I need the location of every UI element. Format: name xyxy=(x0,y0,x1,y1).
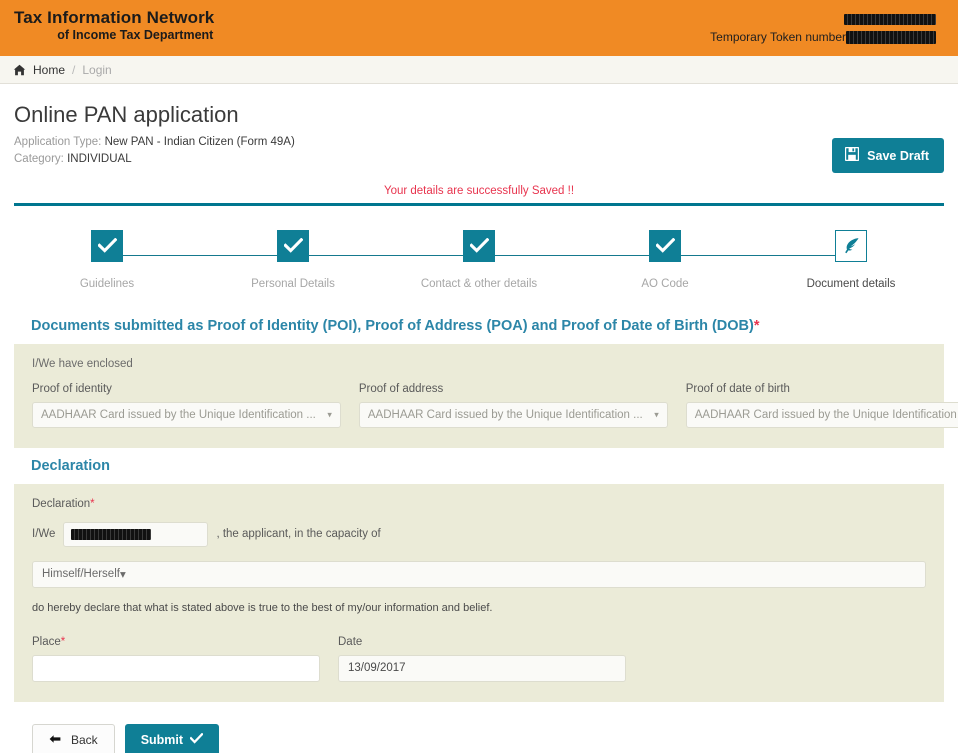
arrow-left-icon xyxy=(49,733,61,747)
declaration-section-heading: Declaration xyxy=(31,458,944,474)
application-type-row: Application Type: New PAN - Indian Citiz… xyxy=(14,134,944,151)
save-draft-label: Save Draft xyxy=(867,149,929,163)
stepper-step-document-details[interactable]: Document details xyxy=(758,230,944,290)
brand-logo: Tax Information Network of Income Tax De… xyxy=(14,8,214,42)
back-button[interactable]: Back xyxy=(32,724,115,753)
stepper-step-contact-other-details[interactable]: Contact & other details xyxy=(386,230,572,290)
redacted-block xyxy=(844,14,936,25)
category-row: Category: INDIVIDUAL xyxy=(14,151,944,168)
stepper-step-label: Contact & other details xyxy=(421,278,537,290)
place-date-row: Place* Date 13/09/2017 xyxy=(32,636,926,682)
document-field-label: Proof of identity xyxy=(32,383,341,395)
declarant-name-input[interactable] xyxy=(63,522,208,547)
document-select-value: AADHAAR Card issued by the Unique Identi… xyxy=(368,409,643,421)
redacted-block xyxy=(846,31,936,44)
check-icon xyxy=(463,230,495,262)
check-icon xyxy=(277,230,309,262)
document-select-value: AADHAAR Card issued by the Unique Identi… xyxy=(695,409,958,421)
declaration-label-text: Declaration xyxy=(32,498,90,510)
document-field-0: Proof of identity AADHAAR Card issued by … xyxy=(32,383,341,428)
declaration-panel: Declaration* I/We , the applicant, in th… xyxy=(14,484,944,702)
progress-stepper: Guidelines Personal Details Contact & othe… xyxy=(14,230,944,308)
saved-status-message: Your details are successfully Saved !! xyxy=(14,185,944,197)
submit-button[interactable]: Submit xyxy=(125,724,219,753)
place-label: Place* xyxy=(32,636,320,648)
redacted-block xyxy=(71,529,151,540)
brand-primary-text: Tax Information Network xyxy=(14,8,214,28)
documents-field-row: Proof of identity AADHAAR Card issued by … xyxy=(32,383,926,428)
documents-panel: I/We have enclosed Proof of identity AADH… xyxy=(14,344,944,448)
floppy-disk-icon xyxy=(845,147,859,164)
save-draft-button[interactable]: Save Draft xyxy=(832,138,944,173)
temporary-token-label: Temporary Token number xyxy=(710,30,846,44)
site-header: Tax Information Network of Income Tax De… xyxy=(0,0,958,56)
document-field-label: Proof of date of birth xyxy=(686,383,958,395)
documents-heading-text: Documents submitted as Proof of Identity… xyxy=(31,318,754,334)
chevron-down-icon: ▾ xyxy=(327,409,332,420)
category-value: INDIVIDUAL xyxy=(67,153,132,165)
category-label: Category: xyxy=(14,153,64,165)
stepper-step-label: AO Code xyxy=(641,278,688,290)
submit-label: Submit xyxy=(141,733,183,747)
breadcrumb-current: Login xyxy=(82,63,111,77)
declaration-statement: do hereby declare that what is stated ab… xyxy=(32,602,926,614)
form-actions: Back Submit xyxy=(32,724,944,753)
stepper-step-guidelines[interactable]: Guidelines xyxy=(14,230,200,290)
check-icon xyxy=(649,230,681,262)
documents-section-heading: Documents submitted as Proof of Identity… xyxy=(31,318,944,334)
document-select-2[interactable]: AADHAAR Card issued by the Unique Identi… xyxy=(686,402,958,428)
declaration-field-label: Declaration* xyxy=(32,498,926,510)
quill-pen-icon xyxy=(835,230,867,262)
user-name-redacted xyxy=(710,10,936,28)
application-type-label: Application Type: xyxy=(14,136,101,148)
document-select-0[interactable]: AADHAAR Card issued by the Unique Identi… xyxy=(32,402,341,428)
section-divider xyxy=(14,203,944,206)
brand-secondary-text: of Income Tax Department xyxy=(14,28,214,42)
header-user-info: Temporary Token number xyxy=(710,10,936,46)
date-input-value: 13/09/2017 xyxy=(348,662,406,674)
place-input[interactable] xyxy=(32,655,320,682)
chevron-down-icon: ▾ xyxy=(654,409,659,420)
application-type-value: New PAN - Indian Citizen (Form 49A) xyxy=(105,136,295,148)
declaration-name-row: I/We , the applicant, in the capacity of xyxy=(32,522,926,547)
stepper-step-label: Guidelines xyxy=(80,278,134,290)
stepper-step-ao-code[interactable]: AO Code xyxy=(572,230,758,290)
required-asterisk: * xyxy=(754,318,760,334)
back-label: Back xyxy=(71,733,98,747)
stepper-step-label: Personal Details xyxy=(251,278,335,290)
iwe-prefix-label: I/We xyxy=(32,528,55,540)
temporary-token-row: Temporary Token number xyxy=(710,28,936,46)
stepper-step-personal-details[interactable]: Personal Details xyxy=(200,230,386,290)
chevron-down-icon: ▾ xyxy=(120,567,126,581)
required-asterisk: * xyxy=(90,498,94,510)
document-field-1: Proof of address AADHAAR Card issued by t… xyxy=(359,383,668,428)
document-field-2: Proof of date of birth AADHAAR Card issue… xyxy=(686,383,958,428)
stepper-step-label: Document details xyxy=(807,278,896,290)
breadcrumb-separator: / xyxy=(72,63,75,77)
document-select-1[interactable]: AADHAAR Card issued by the Unique Identi… xyxy=(359,402,668,428)
date-field: Date 13/09/2017 xyxy=(338,636,626,682)
enclosed-note: I/We have enclosed xyxy=(32,358,926,370)
breadcrumb: Home / Login xyxy=(0,56,958,84)
home-icon xyxy=(13,64,26,76)
place-label-text: Place xyxy=(32,636,61,648)
required-asterisk: * xyxy=(61,636,65,648)
check-icon xyxy=(91,230,123,262)
date-label: Date xyxy=(338,636,626,648)
page-content: Online PAN application Application Type:… xyxy=(0,102,958,753)
date-input[interactable]: 13/09/2017 xyxy=(338,655,626,682)
stepper-steps: Guidelines Personal Details Contact & othe… xyxy=(14,230,944,290)
iwe-suffix-label: , the applicant, in the capacity of xyxy=(216,528,380,540)
capacity-select-value: Himself/Herself xyxy=(42,568,120,580)
document-field-label: Proof of address xyxy=(359,383,668,395)
document-select-value: AADHAAR Card issued by the Unique Identi… xyxy=(41,409,316,421)
breadcrumb-home-link[interactable]: Home xyxy=(33,63,65,77)
check-icon xyxy=(190,733,203,747)
page-title: Online PAN application xyxy=(14,102,944,128)
capacity-select[interactable]: Himself/Herself ▾ xyxy=(32,561,926,588)
place-field: Place* xyxy=(32,636,320,682)
